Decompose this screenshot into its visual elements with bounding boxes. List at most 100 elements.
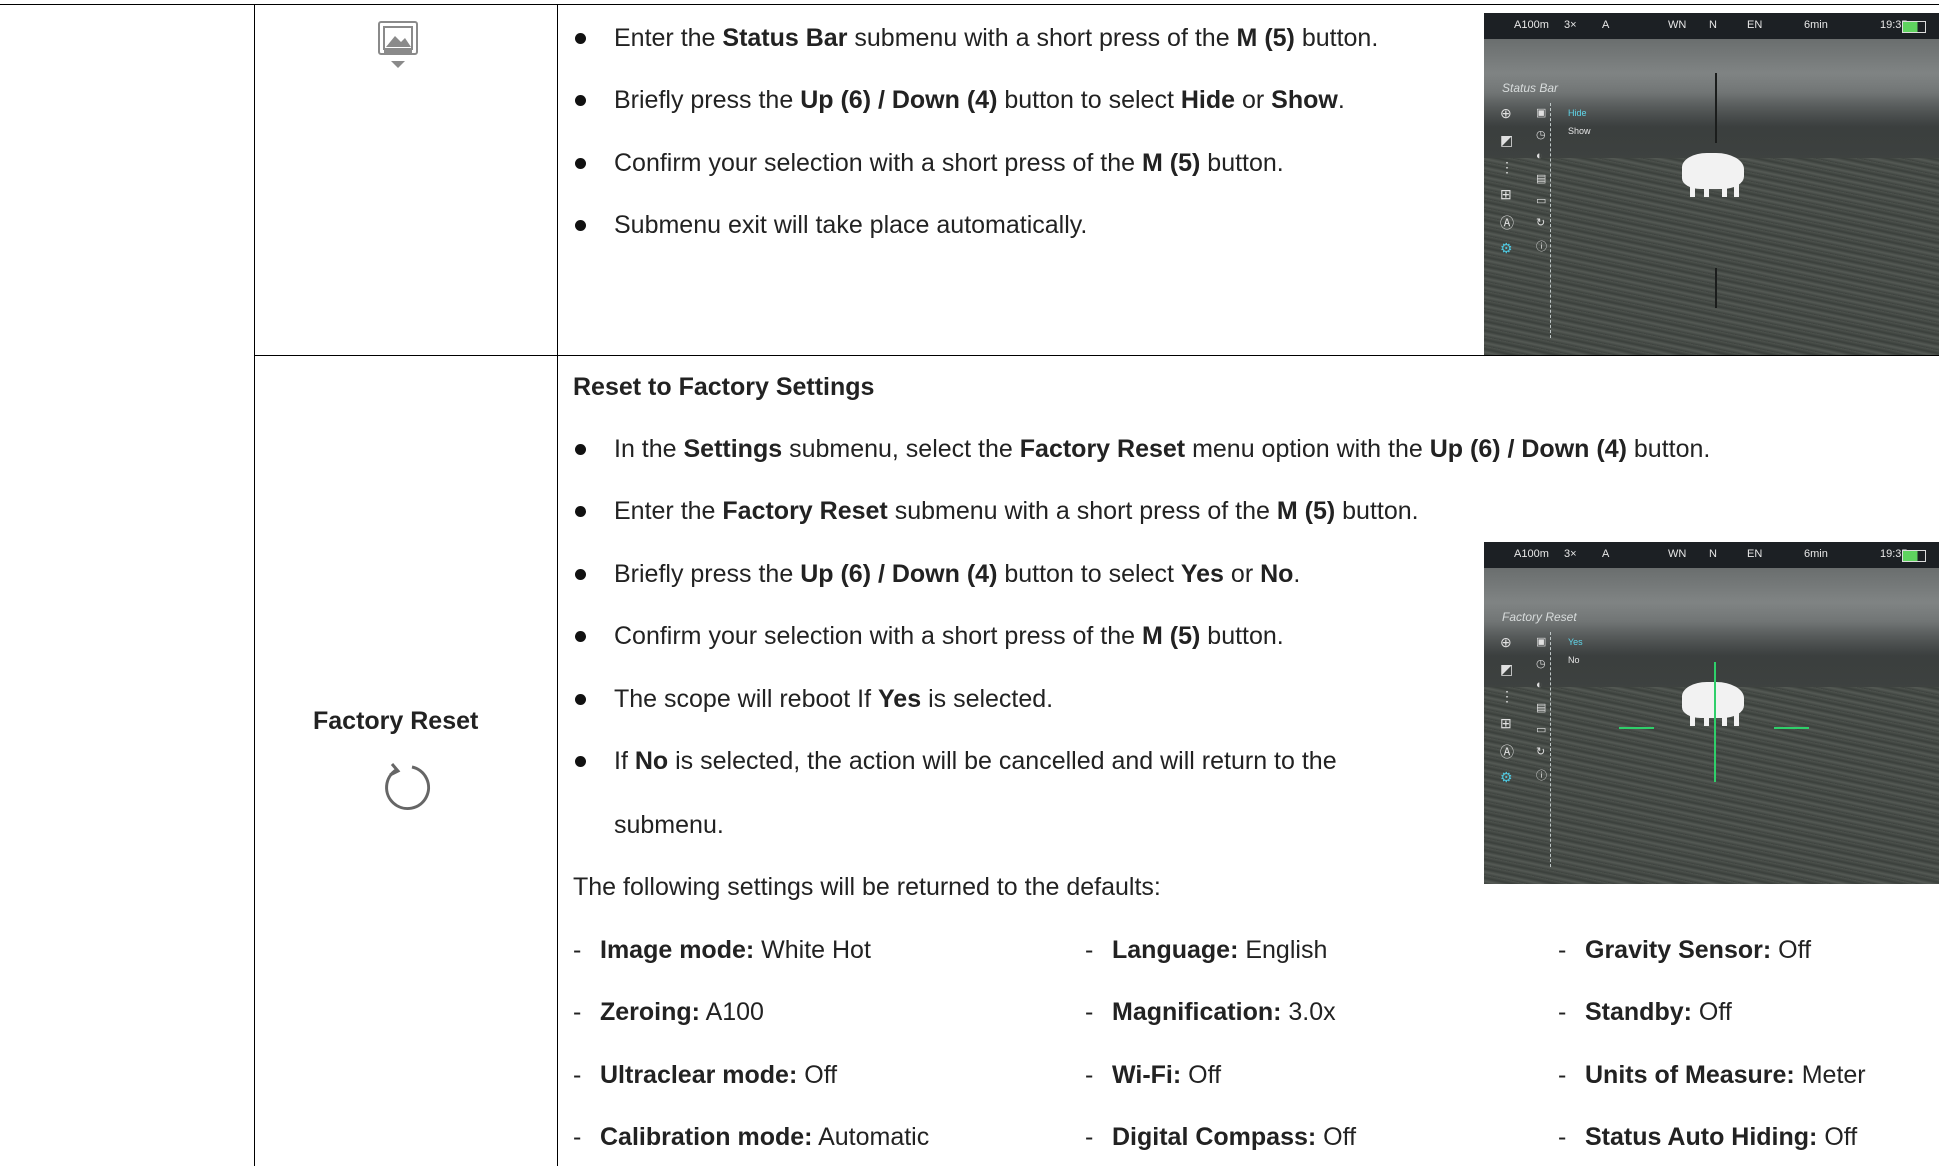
scope-option: Show [1568, 126, 1591, 136]
text-run: If [614, 747, 635, 775]
text-run: The scope will reboot If [614, 685, 879, 713]
bold-term: M (5) [1142, 622, 1201, 650]
scope-target-leg [1690, 712, 1695, 726]
scope-submenu-icon: ◷ [1536, 129, 1546, 141]
scope-submenu-icon: ▣ [1536, 636, 1547, 648]
default-setting: Magnification: 3.0x [1112, 997, 1336, 1027]
text-run: submenu with a short press of the [887, 497, 1277, 525]
default-setting: Standby: Off [1585, 997, 1732, 1027]
scope-status-item: A100m [1514, 548, 1549, 560]
scope-option: Yes [1568, 637, 1583, 647]
status-bar-icon [378, 21, 418, 73]
text-run: Confirm your selection with a short pres… [614, 149, 1143, 177]
reticle-horizontal-right [1774, 727, 1809, 729]
bold-term: No [634, 747, 669, 775]
scope-status-item: N [1709, 548, 1717, 560]
scope-menu-icon: Ⓐ [1500, 215, 1514, 231]
setting-name: Gravity Sensor: [1585, 936, 1772, 964]
scope-submenu-icon: ▣ [1536, 107, 1547, 119]
bullet-dot [575, 506, 586, 517]
battery-icon [1902, 21, 1926, 33]
default-dash: - [573, 936, 582, 964]
setting-value: Off [797, 1061, 838, 1089]
bullet-text: Confirm your selection with a short pres… [614, 621, 1284, 651]
default-setting: Digital Compass: Off [1112, 1122, 1356, 1152]
default-setting: Gravity Sensor: Off [1585, 935, 1811, 965]
battery-icon [1902, 550, 1926, 562]
bold-term: Hide [1180, 86, 1236, 114]
scope-status-item: 6min [1804, 19, 1828, 31]
bold-term: Yes [878, 685, 922, 713]
bold-term: No [1260, 560, 1294, 588]
reticle-horizontal-left [1619, 727, 1654, 729]
setting-name: Standby: [1585, 998, 1692, 1026]
setting-name: Ultraclear mode: [600, 1061, 798, 1089]
scope-menu-icon: ⊕ [1500, 105, 1512, 121]
setting-name: Units of Measure: [1585, 1061, 1795, 1089]
scope-submenu-icon: ◐ [1536, 679, 1543, 691]
bullet-text: Enter the Factory Reset submenu with a s… [614, 496, 1419, 526]
setting-name: Image mode: [600, 936, 755, 964]
scope-target-leg [1704, 712, 1709, 726]
bullet-text: Submenu exit will take place automatical… [614, 210, 1087, 240]
factory-reset-heading: Reset to Factory Settings [573, 373, 875, 401]
factory-reset-label: Factory Reset [313, 707, 479, 735]
text-run: button to select [997, 560, 1181, 588]
table-top-border [0, 4, 1939, 5]
bullet-continuation: submenu. [614, 811, 724, 839]
bullet-dot [575, 220, 586, 231]
reticle-vertical-lower [1715, 268, 1717, 308]
scope-menu-icon: ⊕ [1500, 634, 1512, 650]
default-setting: Status Auto Hiding: Off [1585, 1122, 1857, 1152]
text-run: button. [1200, 622, 1284, 650]
text-run: Enter the [614, 24, 723, 52]
text-run: Briefly press the [614, 86, 801, 114]
text-run: or [1223, 560, 1261, 588]
defaults-intro: The following settings will be returned … [573, 873, 1161, 901]
default-setting: Calibration mode: Automatic [600, 1122, 929, 1152]
scope-status-item: N [1709, 19, 1717, 31]
setting-name: Calibration mode: [600, 1123, 813, 1151]
bullet-text: Confirm your selection with a short pres… [614, 148, 1284, 178]
scope-status-item: EN [1747, 19, 1763, 31]
setting-value: 3.0x [1281, 998, 1336, 1026]
scope-target-leg [1722, 712, 1727, 726]
scope-status-item: WN [1668, 548, 1687, 560]
scope-menu-icon: ⋮ [1500, 688, 1514, 704]
bullet-dot [575, 158, 586, 169]
column-divider-middle [557, 4, 558, 1166]
bullet-dot [575, 756, 586, 767]
scope-status-item: WN [1668, 19, 1687, 31]
bullet-text: Briefly press the Up (6) / Down (4) butt… [614, 559, 1300, 589]
scope-menu-icon: ◩ [1500, 661, 1514, 677]
setting-value: Off [1817, 1123, 1858, 1151]
bold-term: Show [1271, 86, 1338, 114]
scope-status-item: EN [1747, 548, 1763, 560]
setting-value: White Hot [754, 936, 871, 964]
reticle-vertical [1714, 662, 1716, 782]
text-run: submenu with a short press of the [847, 24, 1237, 52]
default-setting: Units of Measure: Meter [1585, 1060, 1866, 1090]
text-run: is selected. [921, 685, 1054, 713]
setting-value: Off [1691, 998, 1732, 1026]
scope-status-item: 6min [1804, 548, 1828, 560]
setting-name: Magnification: [1112, 998, 1282, 1026]
bold-term: Yes [1180, 560, 1224, 588]
bold-term: M (5) [1236, 24, 1295, 52]
text-run: Enter the [614, 497, 723, 525]
factory-reset-icon [379, 760, 433, 814]
bullet-text: The scope will reboot If Yes is selected… [614, 684, 1053, 714]
default-setting: Language: English [1112, 935, 1327, 965]
default-dash: - [573, 1061, 582, 1089]
bullet-text: If No is selected, the action will be ca… [614, 746, 1337, 776]
scope-target-leg [1722, 183, 1727, 197]
scope-status-item: A100m [1514, 19, 1549, 31]
column-divider-left [254, 4, 255, 1166]
default-dash: - [1558, 998, 1567, 1026]
default-dash: - [1558, 1061, 1567, 1089]
text-run: or [1235, 86, 1272, 114]
text-run: Confirm your selection with a short pres… [614, 622, 1143, 650]
scope-submenu-icon: ⓘ [1536, 770, 1547, 782]
scope-submenu-icon: ▭ [1536, 195, 1547, 207]
bullet-dot [575, 33, 586, 44]
